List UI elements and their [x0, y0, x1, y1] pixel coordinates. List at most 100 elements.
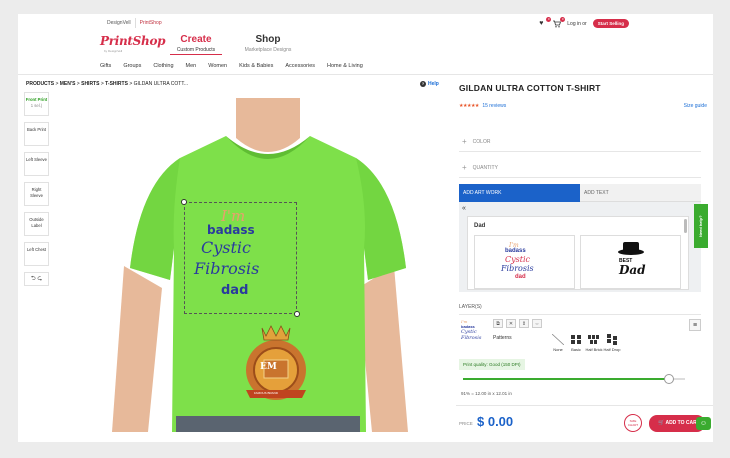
tab-add-text[interactable]: ADD TEXT — [580, 184, 701, 202]
layer-thumbnail[interactable]: I'm badass Cystic Fibrosis — [461, 319, 483, 345]
logo-subtitle: by DesignVell — [104, 49, 123, 53]
login-text: Log in — [567, 20, 581, 27]
emblem-initials: EM — [260, 362, 277, 372]
design-line-fibrosis: Fibrosis — [194, 259, 260, 278]
shop-label: Shop — [255, 34, 281, 45]
gallery-scrollbar[interactable] — [684, 219, 687, 233]
quantity-label: QUANTITY — [472, 164, 498, 171]
category-nav: Gifts Groups Clothing Men Women Kids & B… — [100, 63, 375, 69]
category-clothing[interactable]: Clothing — [153, 63, 173, 69]
tool-front-print[interactable]: Front Print 1 sel.) — [24, 92, 49, 116]
artwork-gallery: Dad I'm badass Cystic Fibrosis dad BEST … — [467, 216, 689, 290]
help-icon: ? — [420, 81, 426, 87]
pattern-basic-swatch — [570, 334, 582, 345]
category-accessories[interactable]: Accessories — [285, 63, 315, 69]
duplicate-icon[interactable]: ⧉ — [493, 319, 503, 328]
scale-readout: 91% = 12.00 in x 12.01 in — [461, 391, 512, 396]
rotate-handle[interactable] — [181, 199, 187, 205]
top-link-printshop[interactable]: PrintShop — [134, 18, 166, 28]
crumb-products[interactable]: PRODUCTS — [26, 81, 54, 87]
wishlist-icon[interactable]: ♥ 0 — [539, 16, 552, 28]
layers-panel: I'm badass Cystic Fibrosis ⧉ ✕ ⇕ ⇔ ≡ Pat… — [459, 314, 701, 396]
delete-icon[interactable]: ✕ — [506, 319, 516, 328]
pattern-half-drop[interactable]: Half Drop — [603, 334, 621, 352]
shop-sub: Marketplace Designs — [244, 47, 292, 53]
size-guide-link[interactable]: Size guide — [684, 103, 707, 109]
category-home-living[interactable]: Home & Living — [327, 63, 363, 69]
flip-icon[interactable]: ⇔ — [532, 319, 542, 328]
design-line-dad: dad — [221, 283, 249, 298]
create-nav[interactable]: Create Custom Products — [170, 34, 222, 55]
artwork-thumb-best-dad[interactable]: BEST Dad — [580, 235, 681, 289]
layer-thumb-line4: Fibrosis — [461, 335, 482, 341]
start-selling-button[interactable]: Start Selling — [592, 19, 629, 28]
scale-slider[interactable] — [463, 374, 685, 384]
scale-slider-knob[interactable] — [664, 374, 675, 384]
back-arrow-icon[interactable]: « — [462, 205, 466, 212]
crumb-tshirts[interactable]: T-SHIRTS — [105, 81, 128, 87]
page: DesignVell PrintShop PrintShop by Design… — [18, 14, 713, 442]
tool-front-print-sub: 1 sel.) — [30, 102, 43, 108]
design-selection-box[interactable]: I'm badass Cystic Fibrosis dad — [181, 199, 300, 317]
artwork-thumb-cystic-fibrosis-dad[interactable]: I'm badass Cystic Fibrosis dad — [474, 235, 575, 289]
resize-handle[interactable] — [294, 311, 300, 317]
category-gifts[interactable]: Gifts — [100, 63, 111, 69]
shop-nav[interactable]: Shop Marketplace Designs — [240, 34, 296, 53]
thumb2-line2: Dad — [619, 263, 646, 277]
reviews-link[interactable]: 15 reviews — [482, 103, 506, 109]
design-line-badass: badass — [207, 223, 255, 237]
pattern-half-brick-swatch — [588, 334, 600, 345]
price-label: PRICE — [459, 421, 473, 426]
category-men[interactable]: Men — [186, 63, 197, 69]
tool-outside-label[interactable]: Outside Label — [24, 212, 49, 236]
print-quality-badge: Print quality: Good (150 DPI) — [459, 359, 525, 370]
half-brick-icon — [588, 335, 599, 344]
design-line-cystic: Cystic — [201, 238, 251, 257]
print-area-tools: Front Print 1 sel.) Back Print Left Sleev… — [24, 92, 49, 286]
layers-label: LAYER(S) — [459, 304, 482, 310]
tab-add-artwork[interactable]: ADD ART WORK — [459, 184, 580, 202]
category-groups[interactable]: Groups — [123, 63, 141, 69]
cart-icon[interactable]: 0 — [553, 16, 566, 28]
color-option[interactable]: + COLOR — [459, 132, 701, 152]
tool-front-print-label: Front Print — [25, 97, 48, 102]
category-women[interactable]: Women — [208, 63, 227, 69]
cart-badge: 0 — [560, 16, 566, 22]
patterns-label: Patterns — [493, 335, 512, 341]
tool-right-sleeve[interactable]: Right Sleeve — [24, 182, 49, 206]
size-chart-button[interactable]: SIZE CHART — [624, 414, 642, 432]
crumb-sep: > — [55, 81, 59, 87]
pattern-half-brick-label: Half Brick — [585, 347, 603, 352]
tool-left-chest[interactable]: Left Chest — [24, 242, 49, 266]
top-site-switcher: DesignVell PrintShop — [103, 18, 166, 28]
category-kids-babies[interactable]: Kids & Babies — [239, 63, 273, 69]
half-drop-icon — [607, 334, 617, 345]
pattern-none-swatch — [551, 333, 565, 346]
add-to-cart-label: ADD TO CART — [665, 420, 700, 426]
help-link[interactable]: ? Help — [420, 81, 439, 87]
artwork-browser: « Dad I'm badass Cystic Fibrosis dad BES… — [459, 202, 701, 292]
pattern-none[interactable]: None — [549, 333, 567, 352]
pattern-basic[interactable]: Basic — [567, 334, 585, 352]
tool-left-sleeve[interactable]: Left Sleeve — [24, 152, 49, 176]
chat-icon[interactable]: ☺ — [696, 417, 711, 430]
top-link-designvell[interactable]: DesignVell — [103, 18, 135, 28]
pattern-half-drop-swatch — [606, 334, 618, 345]
crumb-shirts[interactable]: SHIRTS — [81, 81, 99, 87]
crumb-mens[interactable]: MEN'S — [60, 81, 76, 87]
create-sub: Custom Products — [170, 47, 222, 55]
tool-back-print[interactable]: Back Print — [24, 122, 49, 146]
layer-menu-icon[interactable]: ≡ — [689, 319, 701, 331]
pattern-half-brick[interactable]: Half Brick — [585, 334, 603, 352]
printshop-logo[interactable]: PrintShop — [100, 34, 166, 48]
create-label: Create — [180, 34, 212, 45]
undo-redo-buttons[interactable]: ⮌ ⮎ — [24, 272, 49, 286]
price-value: $ 0.00 — [477, 414, 514, 429]
align-icon[interactable]: ⇕ — [519, 319, 529, 328]
crumb-sep: > — [129, 81, 133, 87]
pattern-basic-label: Basic — [571, 347, 581, 352]
login-link[interactable]: Log in or — [567, 21, 586, 27]
artwork-category: Dad — [474, 223, 486, 229]
need-help-tab[interactable]: Need help? — [694, 204, 708, 248]
quantity-option[interactable]: + QUANTITY — [459, 158, 701, 178]
